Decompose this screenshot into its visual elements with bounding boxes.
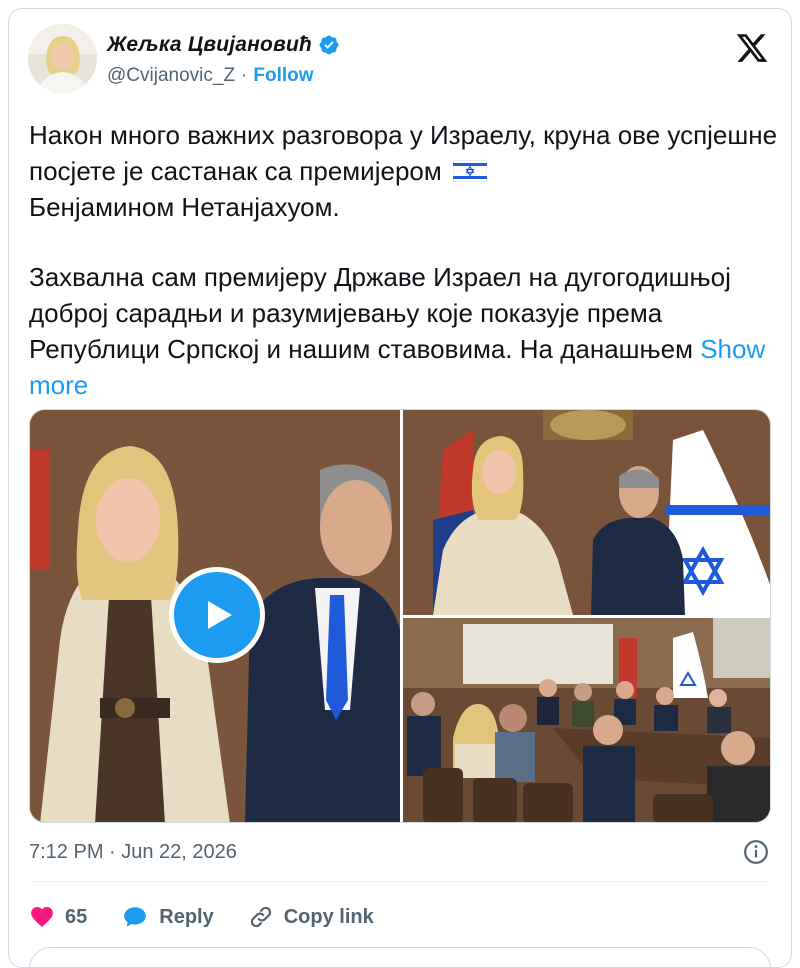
avatar[interactable]	[28, 24, 97, 93]
link-icon	[250, 906, 271, 928]
play-icon	[208, 601, 232, 629]
verified-badge-icon	[319, 35, 339, 55]
media-grid	[29, 409, 771, 823]
divider	[29, 881, 771, 882]
follow-button[interactable]: Follow	[253, 65, 313, 87]
israel-flag-emoji-icon	[452, 160, 487, 182]
reply-label: Reply	[159, 905, 214, 928]
media-photo-meeting[interactable]	[403, 618, 770, 822]
tweet-paragraph-2-text: Захвална сам премијеру Државе Израел на …	[29, 262, 731, 364]
play-video-button[interactable]	[169, 567, 265, 663]
handle-separator: ·	[241, 65, 248, 86]
like-count: 65	[65, 905, 88, 928]
author-handle[interactable]: @Cvijanovic_Z	[107, 65, 235, 87]
copy-link-label: Copy link	[283, 905, 374, 928]
like-button[interactable]: 65	[29, 904, 87, 930]
media-photo-handshake[interactable]	[403, 410, 770, 615]
tweet-paragraph-1: Након много важних разговора у Израелу, …	[29, 117, 779, 225]
tweet-paragraph-1-end: Бенјамином Нетанјахуом.	[29, 192, 340, 222]
tweet-header: Жељка Цвијановић @Cvijanovic_Z · Follow	[9, 9, 791, 109]
author-display-name[interactable]: Жељка Цвијановић	[107, 33, 312, 57]
info-icon[interactable]	[743, 839, 769, 865]
tweet-paragraph-2: Захвална сам премијеру Државе Израел на …	[29, 259, 779, 403]
reply-button[interactable]: Reply	[121, 904, 214, 930]
tweet-paragraph-1-text: Након много важних разговора у Израелу, …	[29, 120, 778, 186]
tweet-card: Жељка Цвијановић @Cvijanovic_Z · Follow …	[8, 8, 792, 968]
x-logo-icon[interactable]	[735, 31, 769, 65]
tweet-text: Након много важних разговора у Израелу, …	[29, 117, 779, 403]
copy-link-button[interactable]: Copy link	[248, 904, 374, 930]
read-replies-button[interactable]	[29, 947, 771, 967]
media-video-thumbnail[interactable]	[30, 410, 400, 822]
tweet-actions: 65 Reply Copy link	[29, 897, 408, 937]
speech-bubble-icon	[124, 907, 147, 927]
tweet-timestamp[interactable]: 7:12 PM · Jun 22, 2026	[29, 841, 237, 864]
heart-icon	[31, 907, 53, 927]
